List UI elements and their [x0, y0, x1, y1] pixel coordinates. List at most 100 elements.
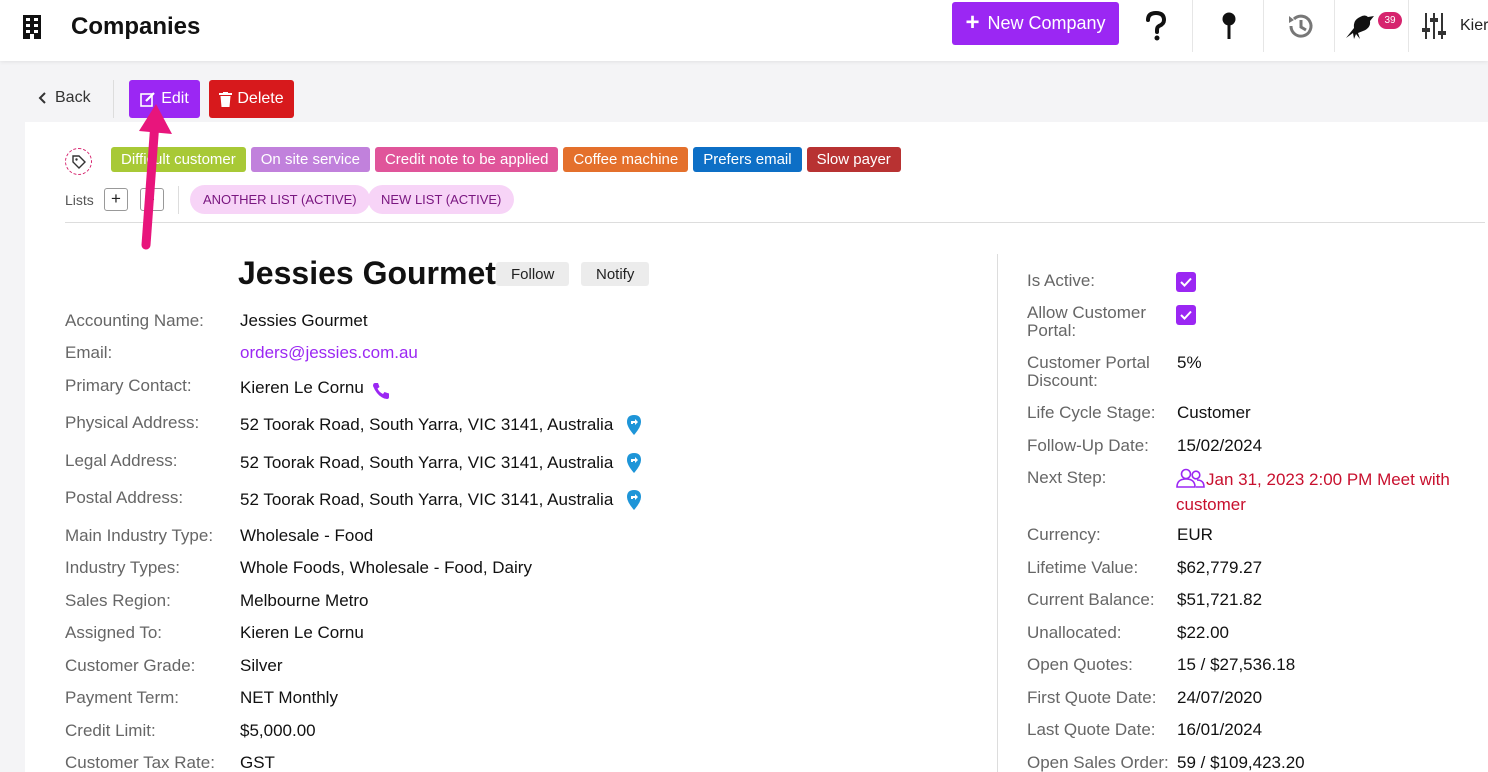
email-link[interactable]: orders@jessies.com.au: [240, 343, 418, 363]
detail-label: Physical Address:: [65, 413, 200, 432]
delete-label: Delete: [237, 90, 284, 107]
balance-value: $51,721.82: [1177, 590, 1263, 609]
open-quotes-value[interactable]: 15 / $27,536.18: [1177, 655, 1295, 675]
lists-label: Lists: [65, 192, 94, 208]
back-label: Back: [55, 89, 91, 106]
detail-label: Accounting Name:: [65, 311, 204, 330]
list-pill[interactable]: ANOTHER LIST (ACTIVE): [190, 185, 370, 214]
next-step-text: Jan 31, 2023 2:00 PM Meet with customer: [1176, 470, 1450, 514]
back-button[interactable]: Back: [38, 89, 91, 107]
currency-value: EUR: [1177, 525, 1213, 544]
currency-label: Currency:: [1027, 525, 1101, 544]
new-company-label: New Company: [987, 13, 1106, 33]
allow-portal-checkbox[interactable]: [1176, 305, 1196, 325]
next-step-value[interactable]: Jan 31, 2023 2:00 PM Meet with customer: [1176, 467, 1476, 517]
settings-button[interactable]: [1414, 6, 1454, 46]
is-active-checkbox[interactable]: [1176, 272, 1196, 292]
open-quotes-label: Open Quotes:: [1027, 655, 1133, 674]
checkmark-icon: [1180, 277, 1192, 287]
portal-discount-label: Customer Portal Discount:: [1027, 353, 1150, 390]
detail-value: NET Monthly: [240, 688, 338, 707]
next-step-label: Next Step:: [1027, 468, 1107, 487]
followup-label: Follow-Up Date:: [1027, 436, 1149, 455]
tag-chip[interactable]: Slow payer: [806, 147, 901, 172]
detail-value: Kieren Le Cornu: [240, 376, 390, 400]
lifetime-value: $62,779.27: [1177, 558, 1263, 577]
tag-chip[interactable]: Coffee machine: [563, 147, 689, 172]
detail-label: Sales Region:: [65, 591, 171, 610]
divider: [1408, 0, 1409, 52]
new-company-button[interactable]: + New Company: [952, 2, 1119, 45]
add-tag-button[interactable]: [65, 148, 92, 175]
history-icon: [1289, 14, 1313, 38]
accounting-name-value: Jessies Gourmet: [240, 311, 368, 330]
lifecycle-value: Customer: [1177, 403, 1251, 422]
detail-value: Jessies Gourmet: [240, 311, 368, 331]
first-quote-label: First Quote Date:: [1027, 688, 1157, 707]
company-name: Jessies Gourmet: [238, 255, 496, 291]
detail-value: $5,000.00: [240, 721, 316, 740]
balance-label: Current Balance:: [1027, 590, 1155, 609]
tag-chip[interactable]: On site service: [250, 147, 370, 172]
list-pill[interactable]: NEW LIST (ACTIVE): [368, 185, 515, 214]
detail-value: GST: [240, 753, 275, 772]
open-sales-label: Open Sales Order:: [1027, 753, 1169, 772]
tag-chip[interactable]: Prefers email: [693, 147, 802, 172]
physical-address-value: 52 Toorak Road, South Yarra, VIC 3141, A…: [240, 415, 614, 434]
detail-label: Assigned To:: [65, 623, 163, 642]
detail-value: 52 Toorak Road, South Yarra, VIC 3141, A…: [240, 452, 643, 474]
tag-chip[interactable]: Credit note to be applied: [374, 147, 559, 172]
tag-list: Difficult customer On site service Credi…: [111, 147, 901, 172]
annotation-arrow-icon: [139, 104, 172, 250]
users-icon: [1176, 468, 1205, 488]
divider: [178, 186, 179, 214]
last-quote-value: 16/01/2024: [1177, 720, 1263, 739]
top-bar: Companies + New Company 39 Kier: [0, 0, 1488, 61]
primary-contact-value[interactable]: Kieren Le Cornu: [240, 378, 364, 398]
allow-portal-label: Allow Customer Portal:: [1027, 303, 1147, 340]
trash-icon: [219, 91, 233, 107]
detail-label: Customer Tax Rate:: [65, 753, 215, 772]
plus-icon: +: [965, 8, 980, 36]
detail-label: Industry Types:: [65, 558, 180, 577]
divider: [1334, 0, 1335, 52]
detail-label: Customer Grade:: [65, 656, 196, 675]
detail-label: Main Industry Type:: [65, 526, 214, 545]
divider: [113, 80, 114, 118]
follow-button[interactable]: Follow: [496, 262, 570, 286]
detail-value: Wholesale - Food: [240, 526, 374, 545]
unallocated-value: $22.00: [1177, 623, 1229, 642]
notification-count-badge: 39: [1378, 12, 1402, 29]
detail-value: Melbourne Metro: [240, 591, 369, 610]
map-directions-icon[interactable]: [625, 452, 643, 474]
detail-label: Postal Address:: [65, 488, 184, 507]
portal-discount-value: 5%: [1177, 353, 1202, 372]
detail-value: 52 Toorak Road, South Yarra, VIC 3141, A…: [240, 414, 643, 436]
detail-value: Silver: [240, 656, 283, 675]
settings-sliders-icon: [1422, 13, 1446, 39]
detail-value: orders@jessies.com.au: [240, 343, 418, 363]
detail-value: Whole Foods, Wholesale - Food, Dairy: [240, 558, 532, 577]
lifecycle-label: Life Cycle Stage:: [1027, 403, 1156, 422]
help-button[interactable]: [1121, 6, 1191, 46]
map-directions-icon[interactable]: [625, 489, 643, 511]
bird-icon: [1346, 15, 1374, 39]
pin-button[interactable]: [1194, 6, 1264, 46]
detail-label: Legal Address:: [65, 451, 178, 470]
detail-label: Credit Limit:: [65, 721, 156, 740]
phone-icon[interactable]: [372, 382, 390, 400]
history-button[interactable]: [1265, 6, 1335, 46]
help-icon: [1146, 11, 1167, 41]
last-quote-label: Last Quote Date:: [1027, 720, 1156, 739]
user-name[interactable]: Kier: [1460, 17, 1488, 35]
delete-button[interactable]: Delete: [209, 80, 294, 118]
chevron-left-icon: [38, 92, 46, 104]
column-divider: [997, 254, 998, 772]
map-directions-icon[interactable]: [625, 414, 643, 436]
notifications-button[interactable]: [1336, 6, 1386, 46]
detail-label: Email:: [65, 343, 113, 362]
checkmark-icon: [1180, 310, 1192, 320]
tag-icon: [71, 154, 86, 169]
open-sales-value[interactable]: 59 / $109,423.20: [1177, 753, 1305, 772]
notify-button[interactable]: Notify: [581, 262, 650, 286]
